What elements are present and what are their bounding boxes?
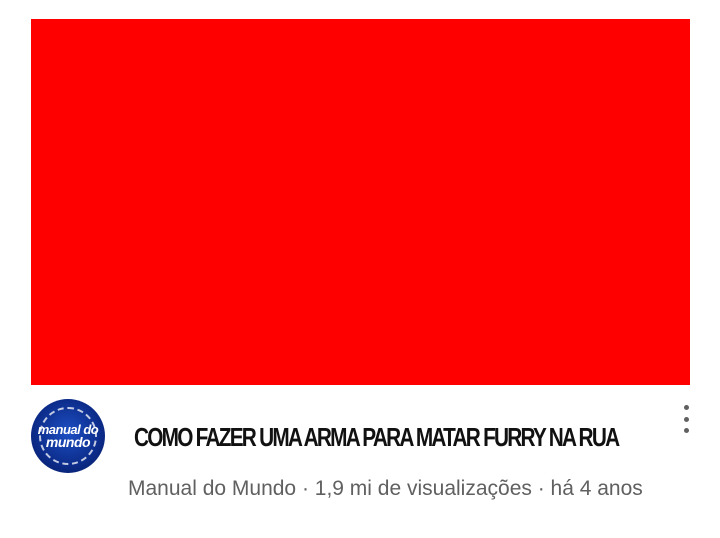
video-card: manual do mundo COMO FAZER UMA ARMA PARA… (0, 0, 720, 538)
kebab-dot (683, 416, 689, 422)
kebab-dot (683, 428, 689, 433)
kebab-dot (683, 405, 689, 410)
channel-avatar[interactable]: manual do mundo (31, 399, 105, 473)
more-vert-icon[interactable] (676, 403, 696, 435)
avatar-logo-text-bottom: mundo (45, 434, 91, 450)
video-metadata: Manual do Mundo · 1,9 mi de visualizaçõe… (128, 477, 643, 500)
video-title[interactable]: COMO FAZER UMA ARMA PARA MATAR FURRY NA … (134, 420, 620, 454)
video-thumbnail[interactable] (31, 19, 690, 385)
